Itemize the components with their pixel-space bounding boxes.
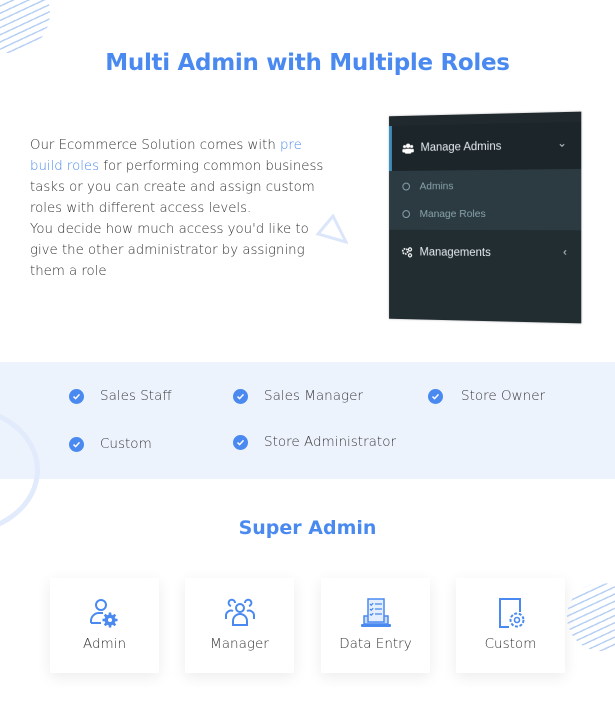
user-gear-icon	[89, 599, 117, 628]
sidebar-item-label: Manage Admins	[420, 140, 502, 154]
circle-icon	[402, 182, 410, 191]
role-card-admin[interactable]: Admin	[50, 578, 159, 673]
sidebar-subitem-manage-roles[interactable]: Manage Roles	[389, 200, 581, 229]
check-circle-icon	[428, 388, 443, 404]
role-card-data-entry[interactable]: Data Entry	[321, 578, 430, 673]
intro-text-start: Our Ecommerce Solution comes with	[30, 138, 280, 153]
check-circle-icon	[69, 388, 84, 404]
role-item: Store Owner	[428, 388, 545, 404]
role-label: Custom	[100, 436, 152, 452]
chevron-down-icon: ⌄	[557, 137, 567, 150]
circle-icon	[402, 210, 410, 218]
page-title: Multi Admin with Multiple Roles	[105, 50, 510, 76]
user-group-icon	[224, 598, 255, 626]
sidebar-item-label: Managements	[419, 246, 491, 260]
check-circle-icon	[233, 434, 248, 450]
super-admin-title: Super Admin	[238, 517, 377, 539]
sidebar-item-managements[interactable]: Managements ‹	[389, 230, 581, 278]
role-card-custom[interactable]: Custom	[456, 578, 565, 673]
role-item: Sales Manager	[233, 388, 363, 404]
roles-section	[0, 362, 615, 479]
cogs-icon	[400, 245, 413, 259]
sidebar-screenshot: Manage Admins ⌄ Admins Manage Roles Mana…	[389, 111, 582, 324]
sidebar-subitem-admins[interactable]: Admins	[389, 171, 581, 200]
role-item: Custom	[69, 436, 152, 452]
role-label: Store Administrator	[264, 434, 397, 450]
sidebar-item-manage-admins[interactable]: Manage Admins ⌄	[389, 121, 582, 172]
check-circle-icon	[233, 388, 248, 404]
sidebar-submenu: Admins Manage Roles	[389, 168, 582, 231]
sidebar-subitem-label: Manage Roles	[419, 207, 486, 221]
decorative-triangle	[315, 214, 348, 244]
role-card-manager[interactable]: Manager	[185, 578, 294, 673]
role-label: Store Owner	[461, 388, 546, 404]
intro-text: Our Ecommerce Solution comes with pre bu…	[30, 135, 330, 282]
card-label: Data Entry	[339, 636, 412, 652]
role-item: Sales Staff	[69, 388, 172, 404]
chevron-left-icon: ‹	[563, 246, 567, 259]
users-icon	[401, 141, 414, 155]
role-label: Sales Staff	[100, 388, 172, 404]
decorative-stripes	[567, 583, 615, 651]
card-label: Custom	[484, 636, 537, 652]
document-gear-icon	[498, 598, 524, 628]
card-label: Admin	[82, 636, 127, 652]
sidebar-subitem-label: Admins	[419, 180, 454, 193]
card-label: Manager	[210, 636, 269, 652]
intro-second-paragraph: You decide how much access you'd like to…	[30, 222, 309, 279]
role-label: Sales Manager	[264, 388, 363, 404]
role-item: Store Administrator	[233, 434, 396, 450]
check-circle-icon	[69, 436, 84, 452]
laptop-checklist-icon	[360, 598, 391, 627]
